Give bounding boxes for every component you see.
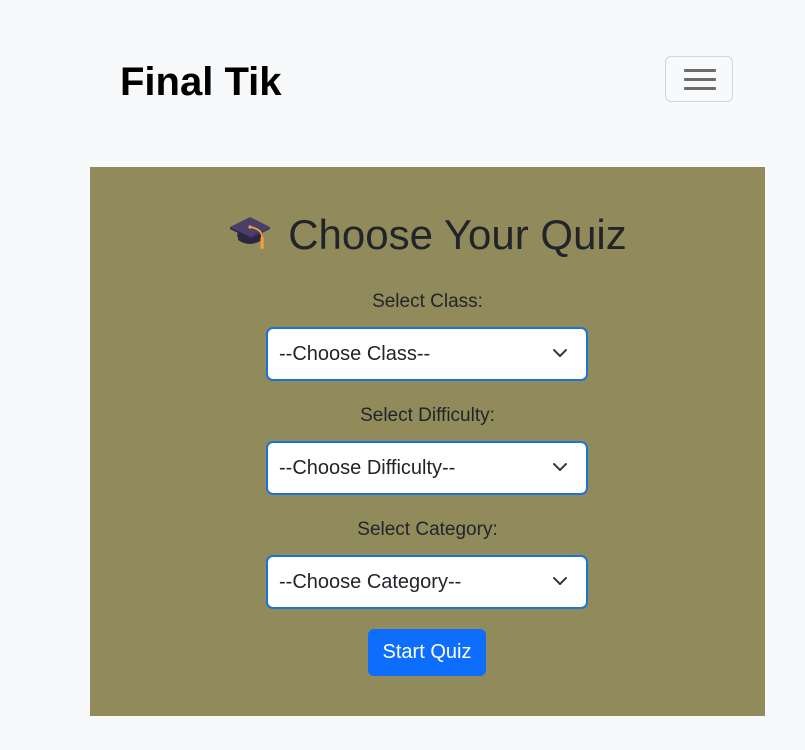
difficulty-select[interactable]: --Choose Difficulty--: [266, 441, 588, 495]
class-select[interactable]: --Choose Class--: [266, 327, 588, 381]
chevron-down-icon: [553, 349, 567, 357]
quiz-heading: Choose Your Quiz: [90, 207, 765, 263]
start-quiz-button[interactable]: Start Quiz: [368, 629, 486, 676]
chevron-down-icon: [553, 577, 567, 585]
quiz-panel: Choose Your Quiz Select Class: --Choose …: [90, 167, 765, 716]
category-select-value: --Choose Category--: [279, 571, 462, 593]
class-label: Select Class:: [372, 291, 483, 312]
graduation-cap-icon: [230, 217, 271, 249]
brand-title[interactable]: Final Tik: [120, 58, 282, 106]
quiz-heading-text: Choose Your Quiz: [288, 211, 627, 258]
category-label: Select Category:: [357, 519, 498, 540]
chevron-down-icon: [553, 463, 567, 471]
difficulty-label: Select Difficulty:: [360, 405, 495, 426]
navbar-toggler-button[interactable]: [665, 56, 733, 102]
difficulty-select-value: --Choose Difficulty--: [279, 457, 456, 479]
navbar: Final Tik: [0, 0, 805, 150]
class-select-value: --Choose Class--: [279, 343, 431, 365]
category-select[interactable]: --Choose Category--: [266, 555, 588, 609]
